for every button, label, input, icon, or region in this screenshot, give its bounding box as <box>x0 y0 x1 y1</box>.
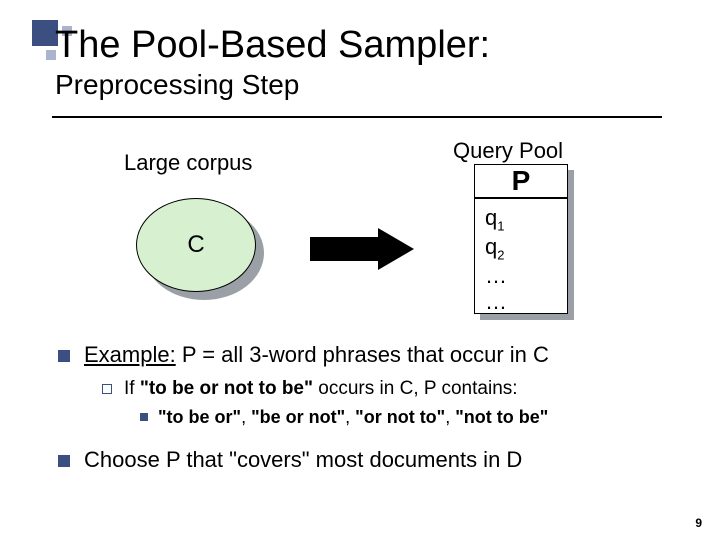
pool-item-ell1: … <box>485 263 557 289</box>
title-underline <box>52 116 662 118</box>
choose-text: Choose P that "covers" most documents in… <box>84 447 522 473</box>
arrow-head <box>378 228 414 270</box>
bullet-choose: Choose P that "covers" most documents in… <box>58 447 680 473</box>
pool-item-q2: q2 <box>485 234 557 263</box>
pool-header-box: P <box>474 164 574 198</box>
sub-bullet-if: If "to be or not to be" occurs in C, P c… <box>102 378 680 400</box>
bullet-list: Example: P = all 3-word phrases that occ… <box>58 342 680 473</box>
corpus-letter: C <box>187 231 204 259</box>
example-underline: Example: <box>84 342 176 367</box>
bullet-square-icon <box>58 350 70 362</box>
q2-base: q <box>485 234 497 259</box>
sep1: , <box>241 407 251 427</box>
pool-letter: P <box>512 165 531 197</box>
if-phrase: "to be or not to be" <box>140 378 313 399</box>
title-block: The Pool-Based Sampler: Preprocessing St… <box>55 24 680 101</box>
slide: The Pool-Based Sampler: Preprocessing St… <box>0 0 720 540</box>
phrase-2: "be or not" <box>251 407 345 427</box>
small-square-icon <box>140 413 148 421</box>
large-corpus-label: Large corpus <box>124 150 252 176</box>
title-line2: Preprocessing Step <box>55 69 680 101</box>
phrase-4: "not to be" <box>455 407 548 427</box>
bullet-square-icon-2 <box>58 455 70 467</box>
pool-header: P <box>474 164 568 198</box>
query-pool-label: Query Pool <box>453 138 563 164</box>
phrase-1: "to be or" <box>158 407 241 427</box>
if-text: If "to be or not to be" occurs in C, P c… <box>124 378 518 400</box>
pool-item-q1: q1 <box>485 205 557 234</box>
phrase-list: "to be or", "be or not", "or not to", "n… <box>158 406 548 429</box>
title-line1: The Pool-Based Sampler: <box>55 24 680 67</box>
phrase-3: "or not to" <box>355 407 445 427</box>
pool-item-ell2: … <box>485 289 557 315</box>
hollow-square-icon <box>102 384 112 394</box>
pool-list-box: q1 q2 … … <box>474 198 574 314</box>
bullet-example-text: Example: P = all 3-word phrases that occ… <box>84 342 549 368</box>
example-rest: P = all 3-word phrases that occur in C <box>176 342 549 367</box>
q2-sub: 2 <box>497 247 504 262</box>
bullet-example: Example: P = all 3-word phrases that occ… <box>58 342 680 368</box>
if-pre: If <box>124 378 140 399</box>
sep3: , <box>445 407 455 427</box>
q1-base: q <box>485 205 497 230</box>
query-pool-box: P q1 q2 … … <box>474 164 574 314</box>
arrow-icon <box>310 228 420 270</box>
corpus-oval: C <box>136 198 264 300</box>
arrow-shaft <box>310 237 380 261</box>
if-post: occurs in C, P contains: <box>313 378 518 399</box>
sep2: , <box>345 407 355 427</box>
page-number: 9 <box>695 516 702 530</box>
pool-list-body: q1 q2 … … <box>474 198 568 314</box>
sub-bullet-phrases: "to be or", "be or not", "or not to", "n… <box>140 406 680 429</box>
q1-sub: 1 <box>497 218 504 233</box>
corpus-oval-shape: C <box>136 198 256 292</box>
